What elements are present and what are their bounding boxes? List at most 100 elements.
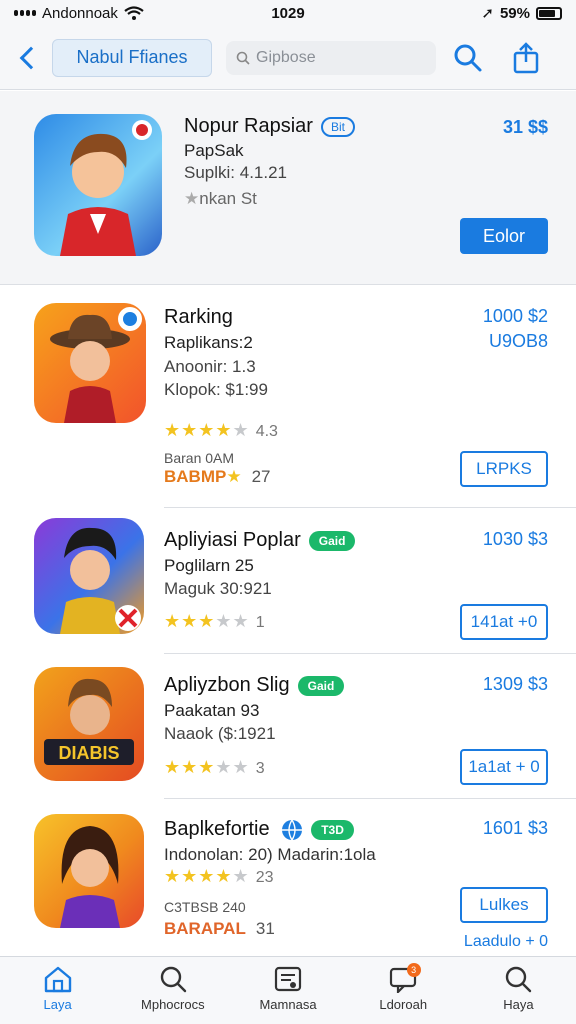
carrier-name: Andonnoak — [42, 4, 118, 22]
status-left: Andonnoak — [14, 5, 214, 22]
promo-text: BARAPAL — [164, 919, 246, 938]
search-icon — [160, 966, 186, 993]
rating-stars: ★★★★★ 1 — [164, 611, 265, 632]
wifi-icon — [124, 6, 144, 20]
get-button[interactable]: 1a1at + 0 — [460, 749, 548, 785]
app-price: 31 $$ — [502, 117, 548, 137]
featured-app[interactable]: Nopur Rapsiar Bit PapSak Suplki: 4.1.21 ★… — [0, 91, 576, 285]
app-icon[interactable] — [34, 114, 162, 256]
app-line-1: Poglilarn 25 — [164, 556, 254, 575]
app-name: Apliyzbon Slig Gaid — [164, 674, 345, 697]
app-icon[interactable] — [34, 518, 144, 634]
sub-label: C3TBSB 240 — [164, 899, 246, 915]
app-name: Apliyiasi Poplar Gaid — [164, 529, 356, 552]
back-button[interactable] — [10, 38, 46, 78]
app-price: 1000 $2 — [482, 306, 548, 326]
app-badge: Bit — [320, 116, 355, 137]
star-icon: ★★★★ — [164, 420, 233, 440]
app-line-2: Maguk 30:921 — [164, 579, 272, 598]
app-line-1: Raplikans:2 — [164, 333, 253, 352]
star-half-icon: ★ — [232, 420, 250, 440]
nav-title[interactable]: Nabul Ffianes — [52, 38, 212, 77]
search-button[interactable] — [448, 38, 488, 78]
search-icon — [236, 51, 250, 65]
get-button[interactable]: Lulkes — [460, 887, 548, 923]
app-icon[interactable] — [34, 303, 146, 423]
battery-icon — [536, 6, 562, 20]
divider — [164, 653, 576, 654]
app-icon[interactable]: DIABIS — [34, 667, 144, 781]
chevron-left-icon — [19, 46, 43, 69]
divider — [164, 507, 576, 508]
app-badge: Gaid — [297, 675, 345, 696]
star-icon: ★ — [184, 189, 200, 208]
promo-text: BABMP — [164, 467, 227, 486]
globe-icon — [282, 819, 303, 841]
location-icon: ➚ — [481, 5, 494, 22]
share-button[interactable] — [506, 38, 546, 78]
app-line-1: Indonolan: 20) Madarin:1ola — [164, 845, 376, 864]
rating-stars: ★★★★★ 4.3 — [164, 420, 278, 441]
app-name-text: Apliyzbon Slig — [164, 674, 290, 696]
search-icon — [506, 966, 532, 993]
tab-explore[interactable]: Haya — [461, 957, 576, 1024]
promo-label: BARAPAL 31 — [164, 919, 275, 939]
tab-label: Haya — [503, 997, 534, 1012]
status-right: ➚ 59% — [481, 4, 562, 22]
search-icon — [454, 44, 482, 71]
app-price: 1309 $3 — [482, 674, 548, 694]
tab-label: Mphocrocs — [141, 997, 205, 1012]
tab-messages[interactable]: 3 Ldoroah — [346, 957, 461, 1024]
get-button[interactable]: 141at +0 — [460, 604, 548, 640]
promo-number: 31 — [255, 919, 275, 938]
star-icon: ★★★ — [164, 611, 216, 631]
star-empty-icon: ★ — [232, 866, 250, 886]
star-icon: ★★★ — [164, 757, 216, 777]
search-input[interactable] — [256, 48, 416, 67]
promo-number: 27 — [251, 467, 271, 486]
developer: PapSak — [184, 141, 244, 160]
get-button[interactable]: LRPKS — [460, 451, 548, 487]
star-icon: ★ — [226, 467, 242, 486]
divider — [164, 798, 576, 799]
tab-bar: Laya Mphocrocs Mamnasa 3 Ldoroah Haya — [0, 956, 576, 1024]
search-field[interactable] — [226, 40, 436, 75]
svg-text:DIABIS: DIABIS — [58, 743, 119, 763]
tab-home[interactable]: Laya — [0, 957, 115, 1024]
app-meta: Suplki: 4.1.21 — [184, 163, 288, 182]
rating-count: 23 — [255, 869, 274, 886]
app-price: 1601 $3 — [482, 818, 548, 838]
tab-documents[interactable]: Mamnasa — [230, 957, 345, 1024]
tab-label: Mamnasa — [259, 997, 317, 1012]
battery-percent: 59% — [499, 4, 530, 22]
star-half-icon: ★★ — [215, 611, 250, 631]
rating-count: 3 — [255, 760, 265, 777]
signal-icon — [14, 10, 36, 16]
star-half-icon: ★★ — [215, 757, 250, 777]
app-badge: T3D — [311, 819, 354, 840]
rating-stars: ★★★★★ 3 — [164, 757, 265, 778]
rating-count: 1 — [255, 614, 265, 631]
status-bar: Andonnoak 1029 ➚ 59% — [0, 0, 576, 26]
tab-label: Ldoroah — [379, 997, 428, 1012]
app-line-1: Paakatan 93 — [164, 701, 260, 720]
download-label[interactable]: Laadulo + 0 — [464, 933, 548, 951]
app-line-2: Naaok ($:1921 — [164, 724, 276, 743]
tab-label: Laya — [43, 997, 72, 1012]
app-badge: Gaid — [308, 530, 356, 551]
star-icon: ★★★★ — [164, 866, 233, 886]
nav-bar: Nabul Ffianes — [0, 26, 576, 90]
app-name: Nopur Rapsiar Bit — [184, 115, 355, 138]
notification-badge: 3 — [406, 963, 421, 977]
rating-count: 4.3 — [255, 423, 278, 440]
app-name: Rarking — [164, 306, 233, 328]
app-name-text: Nopur Rapsiar — [184, 115, 313, 137]
tab-search[interactable]: Mphocrocs — [115, 957, 230, 1024]
app-line-3: Klopok: $1:99 — [164, 380, 268, 399]
get-button[interactable]: Eolor — [460, 218, 548, 254]
app-name-text: Apliyiasi Poplar — [164, 529, 301, 551]
share-icon — [513, 41, 539, 73]
app-icon[interactable] — [34, 814, 144, 928]
app-line-2: Anoonir: 1.3 — [164, 357, 256, 376]
document-icon — [274, 966, 302, 992]
